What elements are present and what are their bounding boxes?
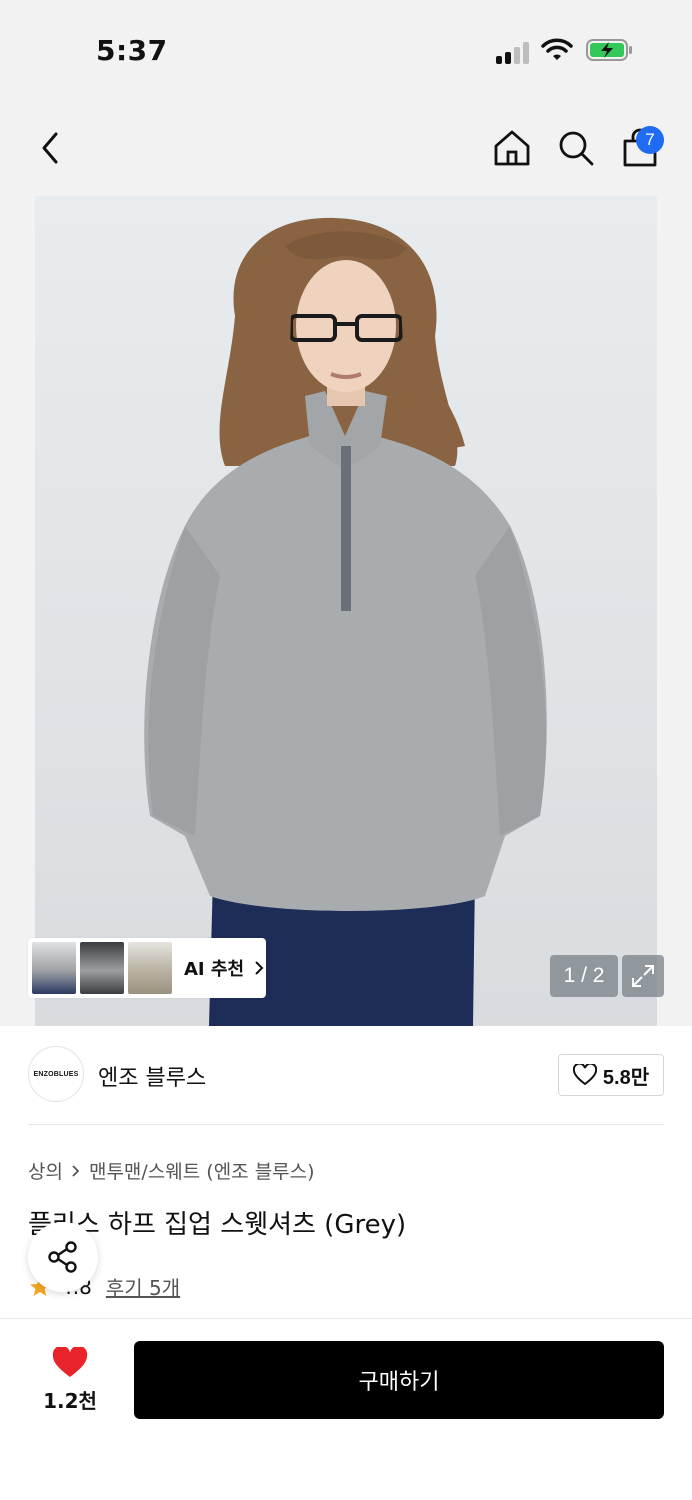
product-photo[interactable] <box>35 196 657 1026</box>
wishlist-button[interactable]: 1.2천 <box>28 1340 112 1420</box>
chevron-right-icon <box>255 961 264 975</box>
heart-filled-icon <box>52 1346 88 1377</box>
breadcrumb-item[interactable]: 맨투맨/스웨트 (엔조 블루스) <box>89 1157 315 1184</box>
heart-outline-icon <box>572 1064 597 1086</box>
ai-recommendation-label: AI 추천 <box>184 959 245 980</box>
divider <box>28 1124 664 1125</box>
expand-icon <box>632 965 654 987</box>
buy-button[interactable]: 구매하기 <box>134 1341 664 1419</box>
home-button[interactable] <box>488 124 536 172</box>
share-icon <box>48 1241 77 1273</box>
ai-thumbnail <box>80 942 124 994</box>
brand-like-button[interactable]: 5.8만 <box>558 1054 664 1096</box>
search-button[interactable] <box>552 124 600 172</box>
brand-name[interactable]: 엔조 블루스 <box>98 1060 206 1092</box>
status-time: 5:37 <box>96 34 168 67</box>
wishlist-count: 1.2천 <box>43 1388 97 1413</box>
top-navigation <box>0 100 692 196</box>
ai-thumbnail <box>128 942 172 994</box>
wifi-icon <box>541 38 573 60</box>
ai-thumbnail <box>32 942 76 994</box>
bottom-bar-divider <box>0 1318 692 1319</box>
image-page-indicator: 1 / 2 <box>550 955 618 997</box>
share-button[interactable] <box>28 1222 98 1292</box>
chevron-left-icon <box>42 132 58 164</box>
battery-charging-icon <box>586 39 632 61</box>
brand-logo[interactable]: ENZOBLUES <box>28 1046 84 1102</box>
status-bar: 5:37 <box>0 0 692 100</box>
cart-count-badge: 7 <box>636 126 664 154</box>
breadcrumb: 상의 맨투맨/스웨트 (엔조 블루스) <box>28 1157 315 1184</box>
review-link[interactable]: 후기 5개 <box>106 1272 180 1301</box>
ai-recommendation-button[interactable]: AI 추천 <box>28 938 266 998</box>
chevron-right-icon <box>72 1164 80 1177</box>
breadcrumb-item[interactable]: 상의 <box>28 1157 63 1184</box>
search-icon <box>559 131 594 166</box>
back-button[interactable] <box>26 124 74 172</box>
cellular-signal-icon <box>496 40 532 64</box>
expand-image-button[interactable] <box>622 955 664 997</box>
model-illustration <box>144 217 547 1026</box>
brand-like-count: 5.8만 <box>602 1066 650 1089</box>
product-image-gallery[interactable] <box>0 196 692 1026</box>
home-icon <box>494 130 530 166</box>
